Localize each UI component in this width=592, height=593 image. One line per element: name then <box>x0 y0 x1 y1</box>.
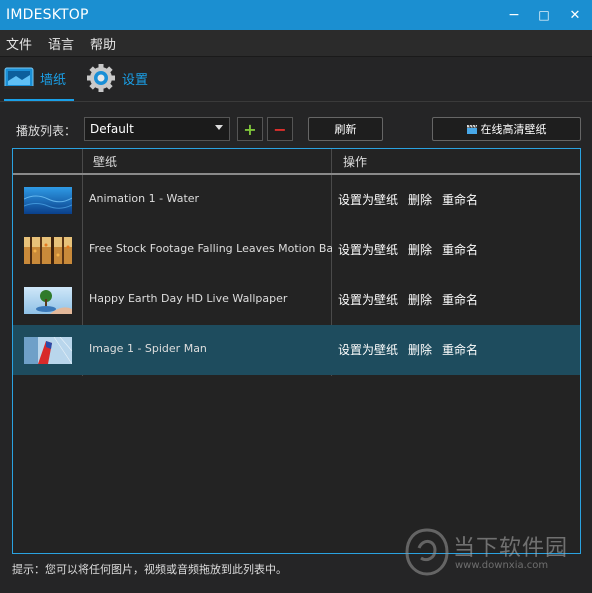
maximize-icon: □ <box>538 8 550 22</box>
refresh-button-label: 刷新 <box>334 123 357 136</box>
set-wallpaper-link[interactable]: 设置为壁纸 <box>338 291 398 308</box>
rename-link[interactable]: 重命名 <box>442 291 478 308</box>
minus-icon: − <box>273 119 287 139</box>
window-title: IMDESKTOP <box>6 7 89 23</box>
earth-day-thumbnail <box>24 287 72 314</box>
minimize-button[interactable]: − <box>497 0 531 30</box>
table-row[interactable]: Animation 1 - Water 设置为壁纸 删除 重命名 <box>13 175 580 225</box>
clapperboard-icon <box>466 124 477 134</box>
title-bar[interactable]: IMDESKTOP − □ ✕ <box>0 0 592 30</box>
tab-settings-label: 设置 <box>122 72 149 88</box>
set-wallpaper-link[interactable]: 设置为壁纸 <box>338 341 398 358</box>
minimize-icon: − <box>508 7 520 23</box>
wallpaper-name: Happy Earth Day HD Live Wallpaper <box>89 292 288 305</box>
tab-settings[interactable]: 设置 <box>86 57 166 99</box>
wallpaper-name: Image 1 - Spider Man <box>89 342 207 355</box>
close-icon: ✕ <box>569 7 581 23</box>
tab-wallpaper[interactable]: 墙纸 <box>4 57 74 101</box>
refresh-button[interactable]: 刷新 <box>308 117 383 141</box>
add-playlist-button[interactable]: + <box>237 117 263 141</box>
watermark-logo-icon <box>405 528 449 576</box>
set-wallpaper-link[interactable]: 设置为壁纸 <box>338 241 398 258</box>
playlist-toolbar: 播放列表： Default + − 刷新 在线高清壁纸 <box>0 117 592 145</box>
delete-link[interactable]: 删除 <box>408 291 432 308</box>
wallpaper-name: Free Stock Footage Falling Leaves Motion… <box>89 242 332 255</box>
wallpaper-table[interactable]: 壁纸 操作 Animation 1 - Water 设置为壁纸 删除 重命名 F… <box>12 148 581 554</box>
menu-language[interactable]: 语言 <box>48 34 74 53</box>
rename-link[interactable]: 重命名 <box>442 341 478 358</box>
app-window: IMDESKTOP − □ ✕ 文件 语言 帮助 墙纸 设置 播放列表： Def… <box>0 0 592 593</box>
tab-bar: 墙纸 设置 <box>0 57 592 102</box>
tab-wallpaper-label: 墙纸 <box>40 72 67 88</box>
wallpaper-name: Animation 1 - Water <box>89 192 200 205</box>
rename-link[interactable]: 重命名 <box>442 241 478 258</box>
close-button[interactable]: ✕ <box>558 0 592 30</box>
table-header: 壁纸 操作 <box>13 149 580 175</box>
table-row[interactable]: Happy Earth Day HD Live Wallpaper 设置为壁纸 … <box>13 275 580 325</box>
watermark-title: 当下软件园 <box>453 536 569 561</box>
plus-icon: + <box>243 119 257 139</box>
spider-man-thumbnail <box>24 337 72 364</box>
playlist-select[interactable]: Default <box>84 117 230 141</box>
drag-drop-hint: 提示：您可以将任何图片，视频或音频拖放到此列表中。 <box>12 563 287 576</box>
delete-link[interactable]: 删除 <box>408 191 432 208</box>
table-row-selected[interactable]: Image 1 - Spider Man 设置为壁纸 删除 重命名 <box>13 325 580 375</box>
maximize-button[interactable]: □ <box>527 0 561 30</box>
falling-leaves-thumbnail <box>24 237 72 264</box>
menu-help[interactable]: 帮助 <box>90 34 116 53</box>
water-thumbnail <box>24 187 72 214</box>
delete-link[interactable]: 删除 <box>408 341 432 358</box>
watermark-url: www.downxia.com <box>455 560 549 571</box>
rename-link[interactable]: 重命名 <box>442 191 478 208</box>
wallpaper-icon <box>4 67 34 89</box>
remove-playlist-button[interactable]: − <box>267 117 293 141</box>
header-wallpaper[interactable]: 壁纸 <box>93 149 117 173</box>
online-hd-wallpaper-button[interactable]: 在线高清壁纸 <box>432 117 581 141</box>
menu-bar: 文件 语言 帮助 <box>0 30 592 57</box>
delete-link[interactable]: 删除 <box>408 241 432 258</box>
menu-file[interactable]: 文件 <box>6 34 32 53</box>
settings-gear-icon <box>87 64 115 92</box>
playlist-label: 播放列表： <box>16 124 77 138</box>
table-row[interactable]: Free Stock Footage Falling Leaves Motion… <box>13 225 580 275</box>
set-wallpaper-link[interactable]: 设置为壁纸 <box>338 191 398 208</box>
site-watermark: 当下软件园 www.downxia.com <box>405 528 585 578</box>
chevron-down-icon <box>215 125 223 130</box>
online-hd-wallpaper-label: 在线高清壁纸 <box>480 123 547 136</box>
playlist-select-value: Default <box>90 122 134 136</box>
header-actions[interactable]: 操作 <box>343 149 367 173</box>
